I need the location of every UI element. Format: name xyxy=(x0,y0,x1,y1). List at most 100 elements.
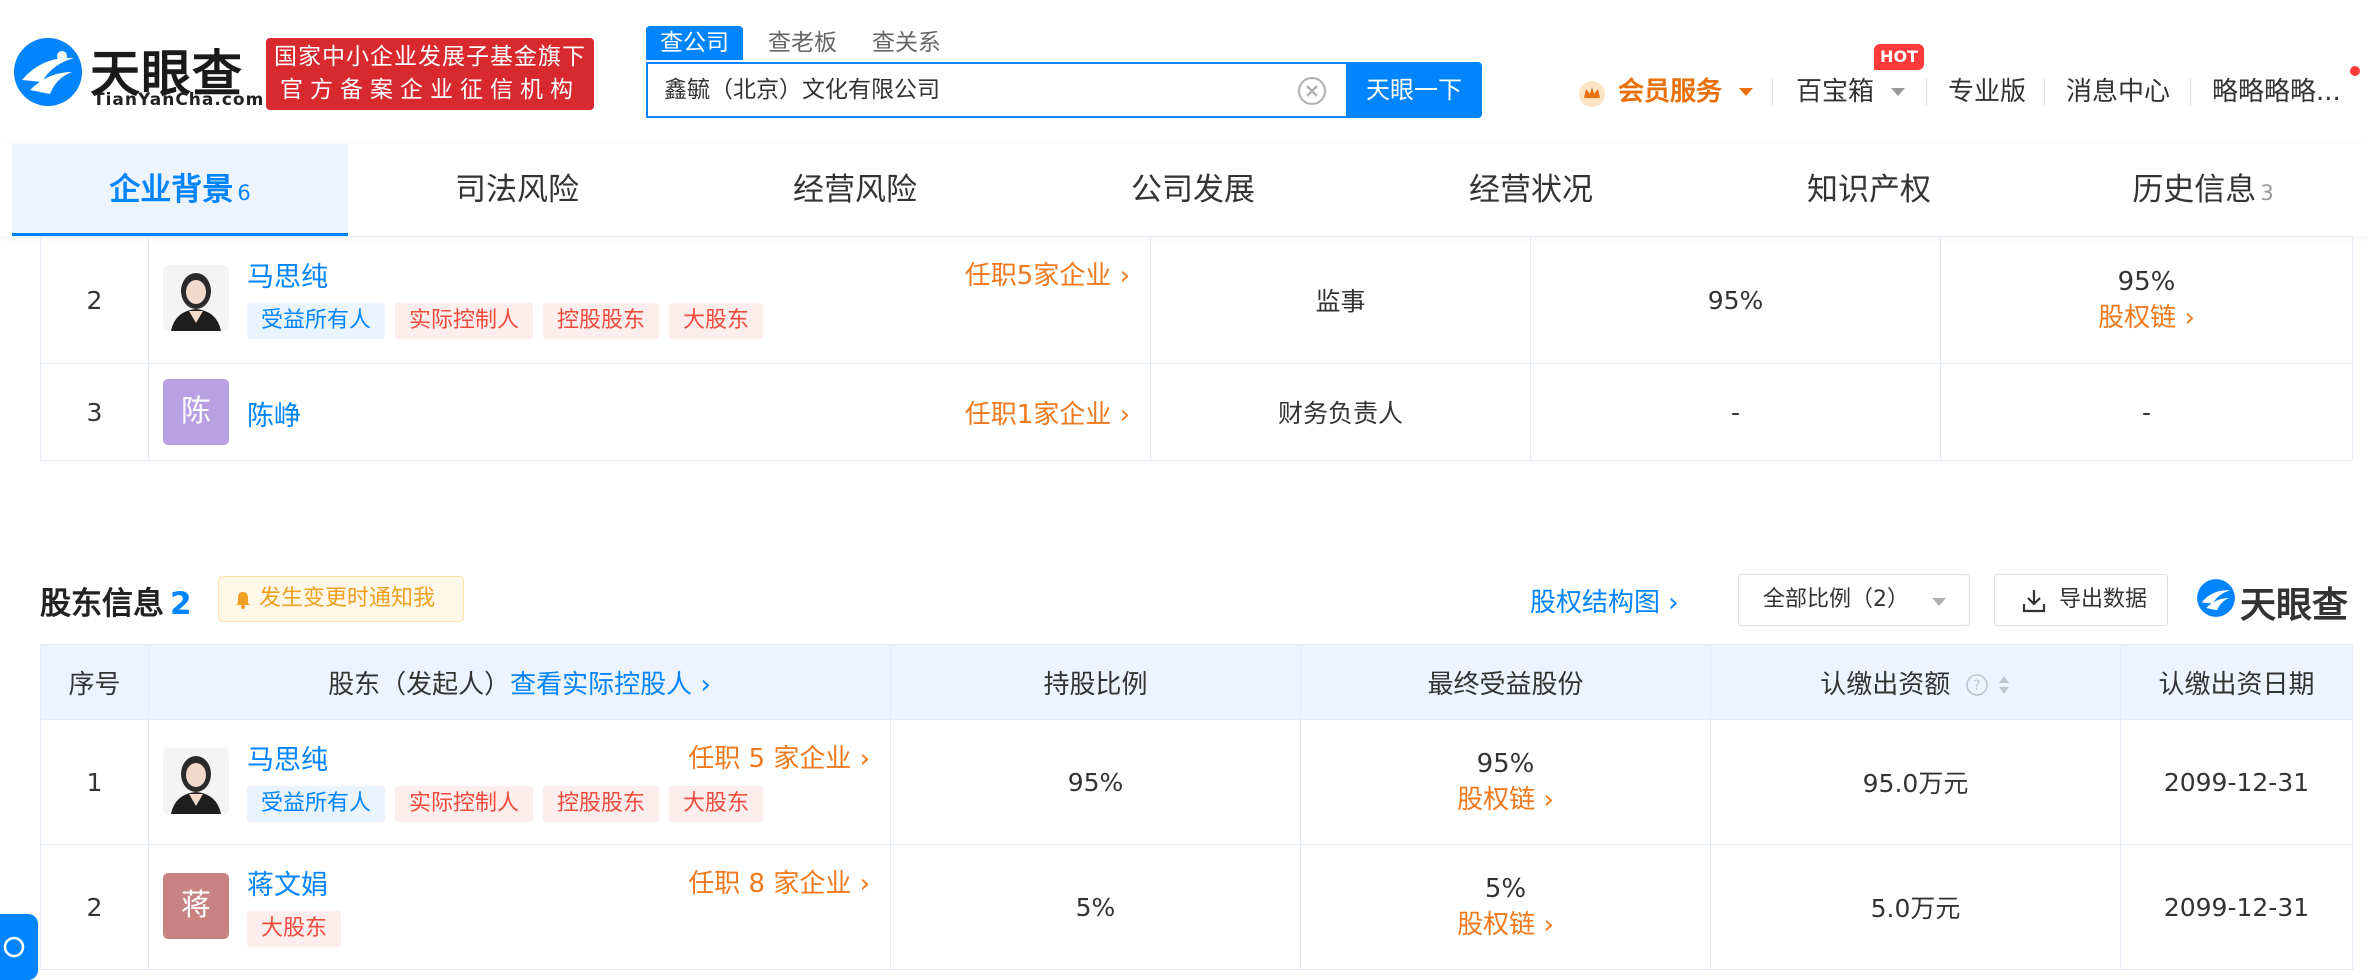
portrait-photo xyxy=(163,265,229,331)
roles-text: 任职5家企业 xyxy=(964,261,1112,291)
user-menu[interactable]: 略略略略... xyxy=(2212,72,2341,112)
clear-icon[interactable] xyxy=(1298,77,1326,105)
roles-text: 任职 8 家企业 xyxy=(688,869,852,899)
tab-business-status[interactable]: 经营状况 xyxy=(1362,144,1700,236)
equity-chain-label: 股权链 xyxy=(1457,784,1536,815)
subscribed-amount-cell: 5.0万元 xyxy=(1710,844,2121,970)
search-input[interactable] xyxy=(664,64,1284,116)
equity-chain-link[interactable]: 股权链 › xyxy=(1457,910,1554,940)
person-name-link[interactable]: 陈峥 xyxy=(247,394,301,433)
table-row: 2 马思纯 任职5家企业 › 受益所有人 实际控制人 控股股东 大股东 监事 9… xyxy=(40,236,2353,364)
tab-history[interactable]: 历史信息 3 xyxy=(2038,144,2368,236)
roles-link[interactable]: 任职 8 家企业 › xyxy=(688,863,870,900)
chevron-right-icon: › xyxy=(2184,302,2195,333)
vip-service-link[interactable]: 会员服务 xyxy=(1618,72,1722,112)
logo-mark-icon xyxy=(14,38,82,106)
search-button[interactable]: 天眼一下 xyxy=(1346,62,1482,118)
message-center-link[interactable]: 消息中心 xyxy=(2066,72,2170,112)
final-ratio-cell: 95% 股权链 › xyxy=(1940,236,2353,364)
chevron-right-icon: › xyxy=(700,669,711,700)
avatar[interactable]: 蒋 xyxy=(163,873,229,939)
tag-controlling-shareholder: 控股股东 xyxy=(543,786,660,822)
section-title-text: 股东信息 xyxy=(40,586,164,622)
ratio-filter-select[interactable]: 全部比例（2） xyxy=(1738,574,1970,626)
nav-divider xyxy=(2044,78,2045,106)
export-data-button[interactable]: 导出数据 xyxy=(1994,574,2168,626)
export-label: 导出数据 xyxy=(2059,587,2148,612)
col-subscribed-amount[interactable]: 认缴出资额 ? xyxy=(1710,644,2121,720)
avatar[interactable] xyxy=(163,265,229,331)
floating-help-button[interactable] xyxy=(0,914,38,980)
ratio-cell: - xyxy=(1530,363,1941,461)
tab-operation-risk[interactable]: 经营风险 xyxy=(686,144,1024,236)
tag-major-shareholder: 大股东 xyxy=(669,303,764,339)
tab-judicial-risk[interactable]: 司法风险 xyxy=(348,144,686,236)
tab-search-company[interactable]: 查公司 xyxy=(646,26,743,60)
view-actual-controller-link[interactable]: 查看实际控股人 › xyxy=(510,670,711,700)
nav-divider xyxy=(1926,78,1927,106)
person-name-link[interactable]: 马思纯 xyxy=(247,255,328,294)
tab-intellectual-property[interactable]: 知识产权 xyxy=(1700,144,2038,236)
notification-dot xyxy=(2350,66,2360,76)
ratio-select-value: 全部比例（2） xyxy=(1763,587,1909,612)
tianyancha-logo[interactable]: 天眼查 TianYanCha.com xyxy=(12,34,263,114)
gov-badge-line1: 国家中小企业发展子基金旗下 xyxy=(274,44,586,70)
person-cell: 陈 陈峥 任职1家企业 › xyxy=(148,363,1151,461)
tab-label: 司法风险 xyxy=(455,172,579,208)
avatar[interactable] xyxy=(163,748,229,814)
final-ratio-value: 95% xyxy=(2117,266,2176,297)
col-amount-label: 认缴出资额 xyxy=(1820,669,1951,700)
avatar[interactable]: 陈 xyxy=(163,379,229,445)
help-icon[interactable]: ? xyxy=(1965,673,1989,697)
roles-text: 任职 5 家企业 xyxy=(688,744,852,774)
equity-structure-link[interactable]: 股权结构图 › xyxy=(1530,582,1679,619)
section-tabs: 企业背景 6 司法风险 经营风险 公司发展 经营状况 知识产权 历史信息 3 xyxy=(0,144,2368,236)
logo-subtext: TianYanCha.com xyxy=(93,90,265,110)
toolbox-link[interactable]: 百宝箱 xyxy=(1796,72,1874,112)
watermark-text: 天眼查 xyxy=(2240,585,2349,626)
person-cell: 蒋 蒋文娟 任职 8 家企业 › 大股东 xyxy=(148,844,891,970)
tab-count: 3 xyxy=(2260,181,2274,205)
gov-badge-line2: 官方备案企业征信机构 xyxy=(280,77,580,103)
table-row: 1 马思纯 任职 5 家企业 › 受益所有人 实际控制人 控股股东 大股东 95… xyxy=(40,719,2353,845)
crown-icon xyxy=(1579,81,1605,107)
notify-label: 发生变更时通知我 xyxy=(259,586,436,611)
person-name-link[interactable]: 蒋文娟 xyxy=(247,863,328,902)
hot-badge: HOT xyxy=(1874,44,1924,70)
person-name-link[interactable]: 马思纯 xyxy=(247,738,328,777)
tab-search-boss[interactable]: 查老板 xyxy=(768,26,837,60)
caret-down-icon xyxy=(1932,598,1946,606)
tag-actual-controller: 实际控制人 xyxy=(395,303,534,339)
equity-chain-link[interactable]: 股权链 › xyxy=(1457,785,1554,815)
final-benefit-cell: 5% 股权链 › xyxy=(1300,844,1711,970)
tab-company-background[interactable]: 企业背景 6 xyxy=(12,144,348,236)
chevron-down-icon xyxy=(1891,88,1905,96)
roles-link[interactable]: 任职1家企业 › xyxy=(965,394,1130,431)
roles-link[interactable]: 任职5家企业 › xyxy=(965,255,1130,292)
sort-icon[interactable] xyxy=(1997,673,2011,697)
pro-version-link[interactable]: 专业版 xyxy=(1948,72,2026,112)
holding-ratio-cell: 95% xyxy=(890,719,1301,845)
col-final-benefit: 最终受益股份 xyxy=(1300,644,1711,720)
chevron-right-icon: › xyxy=(1668,588,1679,618)
tab-search-relation[interactable]: 查关系 xyxy=(872,26,941,60)
gov-badge: 国家中小企业发展子基金旗下 官方备案企业征信机构 xyxy=(266,38,594,110)
tab-label: 公司发展 xyxy=(1131,172,1255,208)
tab-company-development[interactable]: 公司发展 xyxy=(1024,144,1362,236)
tab-label: 经营风险 xyxy=(793,172,917,208)
tag-list: 受益所有人 实际控制人 控股股东 大股东 xyxy=(247,786,773,822)
table-row: 3 陈 陈峥 任职1家企业 › 财务负责人 - - xyxy=(40,363,2353,461)
roles-link[interactable]: 任职 5 家企业 › xyxy=(688,738,870,775)
tag-controlling-shareholder: 控股股东 xyxy=(543,303,660,339)
final-benefit-cell: 95% 股权链 › xyxy=(1300,719,1711,845)
subscribed-date-cell: 2099-12-31 xyxy=(2120,844,2353,970)
col-holding-ratio: 持股比例 xyxy=(890,644,1301,720)
chevron-right-icon: › xyxy=(859,744,870,774)
notify-change-button[interactable]: 发生变更时通知我 xyxy=(218,576,464,622)
row-index: 3 xyxy=(40,363,149,461)
equity-chain-link[interactable]: 股权链 › xyxy=(2098,303,2195,333)
tab-label: 历史信息 xyxy=(2132,172,2257,208)
view-controller-label: 查看实际控股人 xyxy=(510,669,693,700)
shareholder-count: 2 xyxy=(170,586,192,622)
col-shareholder-label: 股东（发起人） xyxy=(328,669,511,700)
